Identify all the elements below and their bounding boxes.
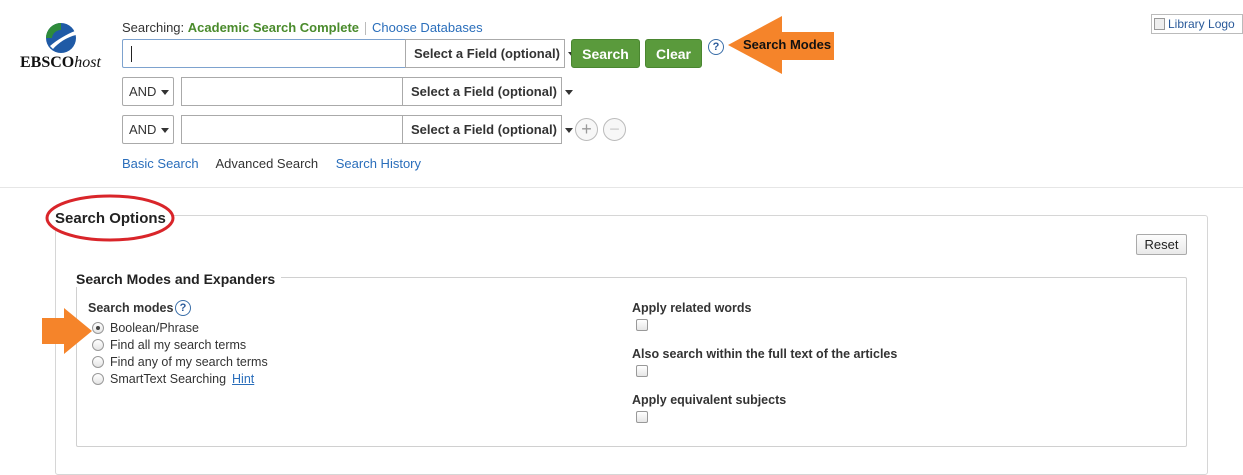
- header-divider: [0, 187, 1243, 188]
- remove-row-button[interactable]: −: [603, 118, 626, 141]
- chevron-down-icon: [564, 128, 573, 134]
- ebscohost-logo[interactable]: EBSCOhost: [18, 22, 104, 78]
- field-select-1[interactable]: Select a Field (optional): [405, 39, 576, 68]
- search-modes-label: Search modes: [88, 301, 174, 315]
- highlight-circle: [45, 194, 175, 242]
- help-icon[interactable]: ?: [175, 300, 191, 316]
- search-button[interactable]: Search: [571, 39, 640, 68]
- separator: [365, 22, 367, 36]
- radio-button[interactable]: [92, 356, 104, 368]
- searching-label: Searching:: [122, 20, 185, 35]
- equivalent-subjects-checkbox[interactable]: [636, 411, 648, 423]
- reset-button[interactable]: Reset: [1136, 234, 1187, 255]
- tab-basic-search[interactable]: Basic Search: [122, 156, 199, 171]
- expander-full-text-label: Also search within the full text of the …: [632, 347, 898, 361]
- mode-find-all[interactable]: Find all my search terms: [92, 338, 246, 352]
- logo-text: EBSCOhost: [20, 54, 101, 71]
- arrow-annotation: [42, 308, 92, 354]
- expander-related-words-label: Apply related words: [632, 301, 752, 315]
- mode-smarttext[interactable]: SmartText Searching Hint: [92, 372, 254, 386]
- field-select-3[interactable]: Select a Field (optional): [402, 115, 573, 144]
- mode-boolean-phrase[interactable]: Boolean/Phrase: [92, 321, 199, 335]
- tab-advanced-search[interactable]: Advanced Search: [216, 156, 319, 171]
- help-icon[interactable]: ?: [708, 39, 724, 55]
- chevron-down-icon: [564, 90, 573, 96]
- search-input-3[interactable]: [181, 115, 403, 144]
- radio-button[interactable]: [92, 373, 104, 385]
- chevron-down-icon: [161, 90, 170, 96]
- text-cursor: [131, 46, 132, 62]
- searching-line: Searching: Academic Search Complete Choos…: [122, 20, 483, 36]
- choose-databases-link[interactable]: Choose Databases: [372, 20, 483, 35]
- clear-button[interactable]: Clear: [645, 39, 702, 68]
- add-row-button[interactable]: +: [575, 118, 598, 141]
- database-name: Academic Search Complete: [187, 20, 360, 35]
- mode-find-any[interactable]: Find any of my search terms: [92, 355, 268, 369]
- field-select-2[interactable]: Select a Field (optional): [402, 77, 573, 106]
- operator-select-2[interactable]: AND: [122, 77, 174, 106]
- library-logo[interactable]: Library Logo: [1151, 14, 1243, 34]
- expander-equivalent-subjects-label: Apply equivalent subjects: [632, 393, 787, 407]
- hint-link[interactable]: Hint: [232, 372, 254, 386]
- search-modes-expanders-title: Search Modes and Expanders: [76, 271, 282, 287]
- full-text-checkbox[interactable]: [636, 365, 648, 377]
- chevron-down-icon: [161, 128, 170, 134]
- search-modes-annotation: Search Modes: [743, 37, 832, 52]
- operator-select-3[interactable]: AND: [122, 115, 174, 144]
- related-words-checkbox[interactable]: [636, 319, 648, 331]
- broken-image-icon: [1154, 18, 1165, 30]
- search-input-1[interactable]: [122, 39, 406, 68]
- search-input-2[interactable]: [181, 77, 403, 106]
- search-tabs: Basic Search Advanced Search Search Hist…: [122, 156, 435, 171]
- tab-search-history[interactable]: Search History: [336, 156, 421, 171]
- ebsco-globe-icon: [46, 23, 76, 53]
